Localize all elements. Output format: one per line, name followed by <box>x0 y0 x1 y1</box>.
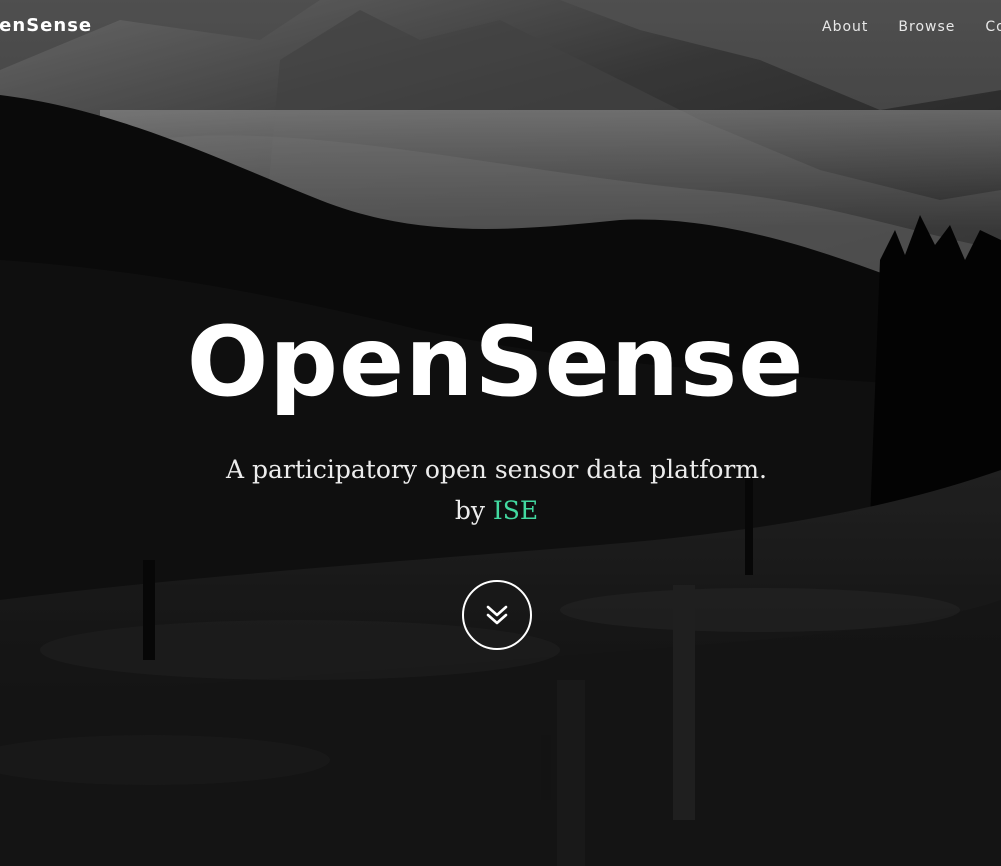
nav-link-browse[interactable]: Browse <box>898 19 955 35</box>
nav-links: About Browse Contact <box>822 19 1001 35</box>
nav-link-contact[interactable]: Contact <box>985 19 1001 35</box>
hero-subtitle: A participatory open sensor data platfor… <box>226 455 767 484</box>
hero-title: OpenSense <box>186 306 805 418</box>
hero-section: OpenSense About Browse Contact OpenSense… <box>0 0 1001 866</box>
byline-prefix: by <box>454 496 485 525</box>
navbar: OpenSense About Browse Contact <box>0 0 1001 56</box>
nav-link-about[interactable]: About <box>822 19 868 35</box>
scroll-down-button[interactable] <box>462 580 532 650</box>
double-chevron-down-icon <box>486 605 508 625</box>
hero-byline: by ISE <box>0 492 997 530</box>
brand-logo-link[interactable]: OpenSense <box>0 15 92 36</box>
ise-link[interactable]: ISE <box>493 496 538 525</box>
background-landscape-image <box>0 0 1001 866</box>
